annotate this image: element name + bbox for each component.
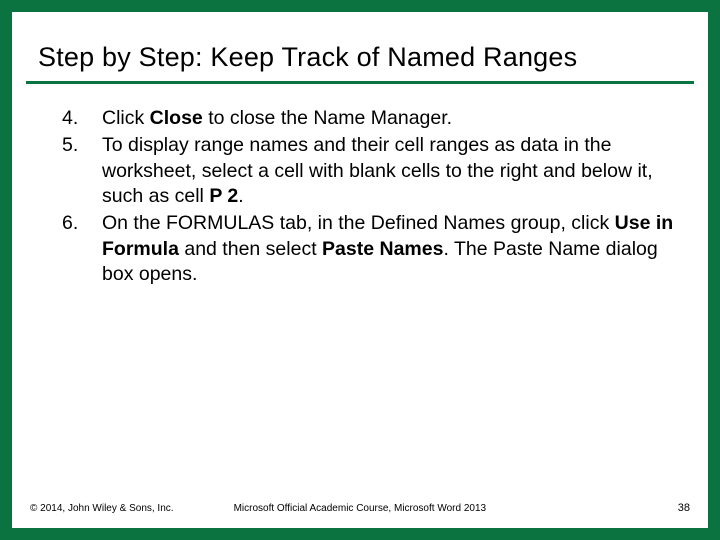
step-4-bold-1: Close (150, 107, 203, 129)
step-list: Click Close to close the Name Manager. T… (40, 106, 680, 287)
footer-course: Microsoft Official Academic Course, Micr… (234, 503, 678, 514)
step-6-bold-2: Paste Names (322, 238, 443, 260)
slide: Step by Step: Keep Track of Named Ranges… (12, 12, 708, 528)
footer: © 2014, John Wiley & Sons, Inc. Microsof… (30, 502, 690, 514)
step-5-bold-1: P 2 (209, 185, 238, 207)
step-5-text-pre: To display range names and their cell ra… (102, 134, 653, 207)
footer-copyright: © 2014, John Wiley & Sons, Inc. (30, 503, 174, 514)
step-4-text-post: to close the Name Manager. (203, 107, 452, 129)
slide-body: Click Close to close the Name Manager. T… (12, 84, 708, 287)
step-5-text-post: . (238, 185, 243, 207)
step-6-text-pre: On the FORMULAS tab, in the Defined Name… (102, 212, 615, 234)
slide-title: Step by Step: Keep Track of Named Ranges (26, 12, 694, 84)
step-6-text-mid: and then select (179, 238, 322, 260)
step-5: To display range names and their cell ra… (40, 133, 680, 209)
step-4: Click Close to close the Name Manager. (40, 106, 680, 131)
footer-page-number: 38 (678, 502, 690, 514)
step-6: On the FORMULAS tab, in the Defined Name… (40, 211, 680, 287)
step-4-text-pre: Click (102, 107, 150, 129)
